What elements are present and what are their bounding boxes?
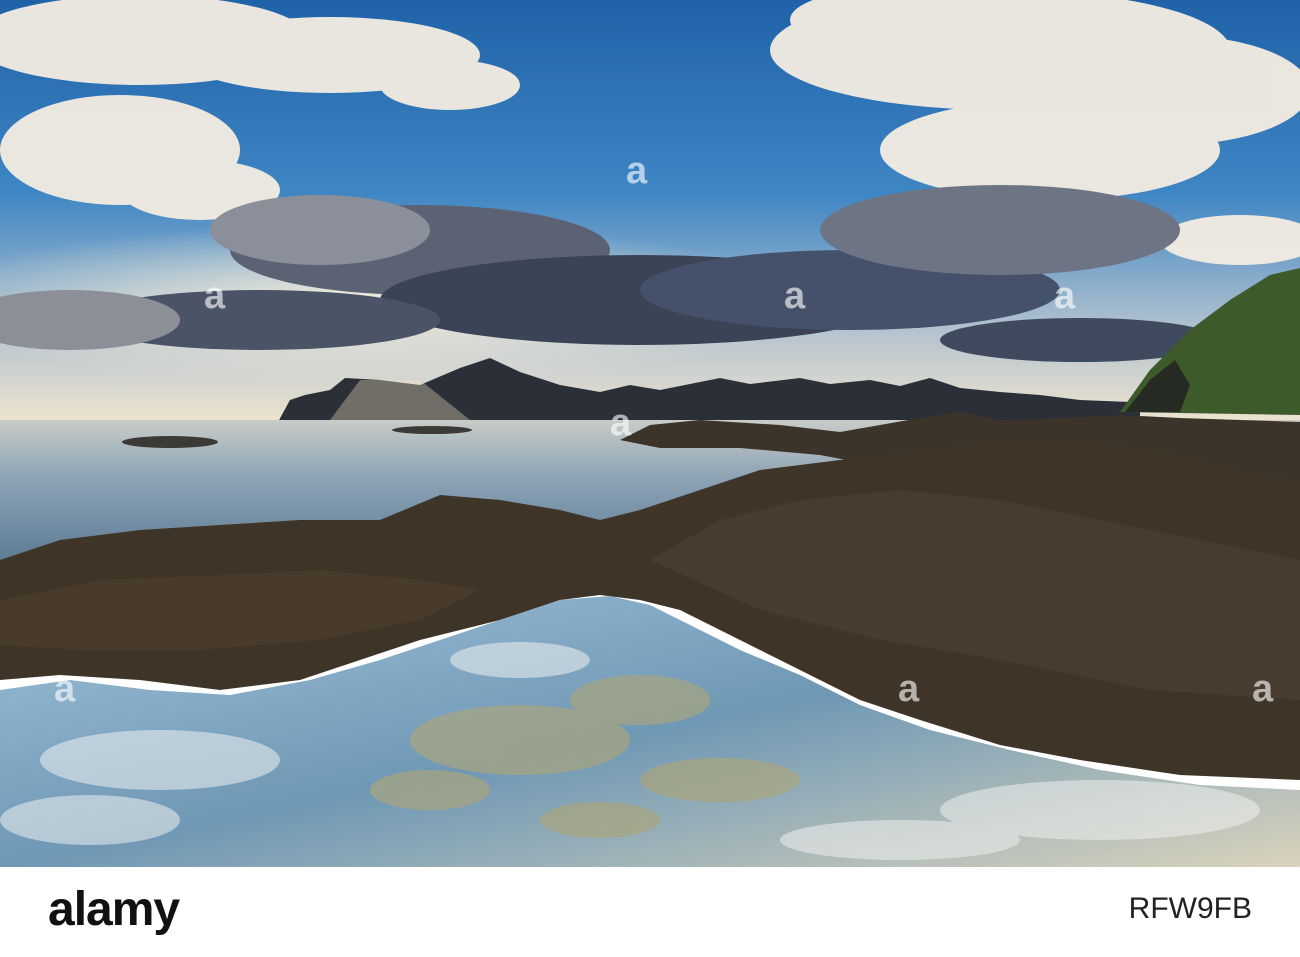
watermark-mark: a: [1054, 275, 1076, 317]
brand-logo[interactable]: alamy: [48, 882, 180, 938]
watermark-mark: a: [1252, 668, 1274, 710]
watermark-mark: a: [204, 275, 226, 317]
watermark-mark: a: [784, 275, 806, 317]
footer: alamy RFW9FB: [0, 867, 1300, 957]
watermark-mark: a: [626, 150, 648, 192]
image-id: RFW9FB: [1128, 892, 1252, 925]
watermark-mark: a: [898, 668, 920, 710]
landscape-photo: a a a a a a a a: [0, 0, 1300, 867]
watermark-mark: a: [610, 402, 632, 444]
watermark-mark: a: [54, 668, 76, 710]
